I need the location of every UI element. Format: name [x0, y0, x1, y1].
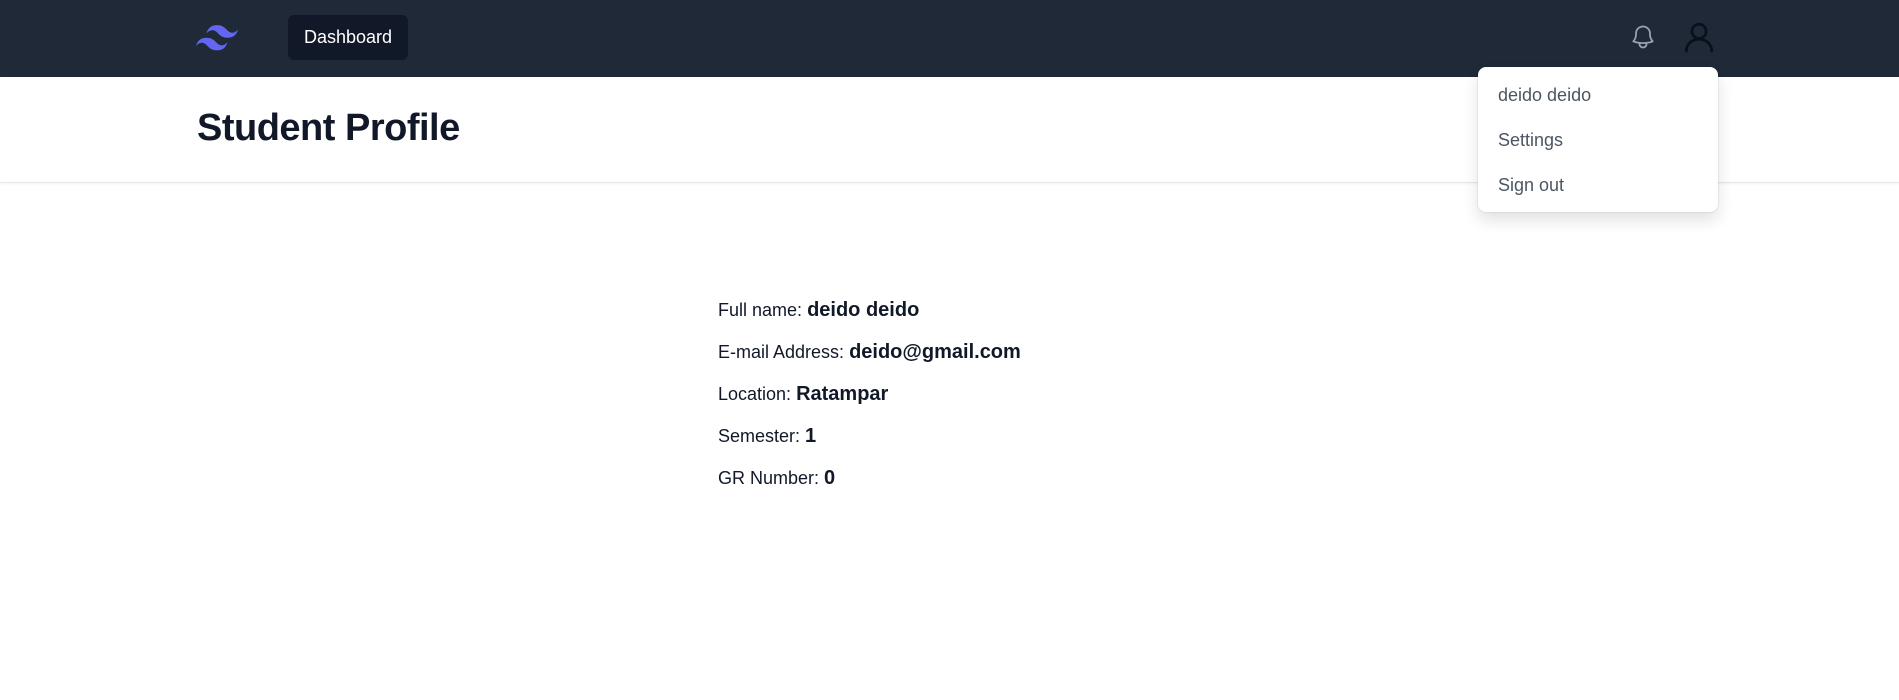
- profile-label: Full name:: [718, 300, 803, 320]
- profile-row-semester: Semester: 1: [718, 420, 1021, 462]
- profile-value: deido deido: [807, 299, 920, 321]
- profile-row-full-name: Full name: deido deido: [718, 294, 1021, 336]
- user-icon[interactable]: [1682, 19, 1716, 55]
- profile-label: E-mail Address:: [718, 342, 845, 362]
- profile-value: 1: [805, 425, 817, 447]
- page-title: Student Profile: [197, 107, 460, 149]
- menu-item-sign-out[interactable]: Sign out: [1478, 163, 1718, 208]
- profile-label: Semester:: [718, 426, 801, 446]
- profile-value: deido@gmail.com: [849, 341, 1021, 363]
- profile-row-location: Location: Ratampar: [718, 378, 1021, 420]
- profile-details: Full name: deido deido E-mail Address: d…: [718, 294, 1021, 504]
- profile-value: 0: [824, 467, 836, 489]
- dashboard-nav-button[interactable]: Dashboard: [288, 15, 409, 60]
- menu-item-settings[interactable]: Settings: [1478, 118, 1718, 163]
- profile-label: Location:: [718, 384, 792, 404]
- profile-row-gr-number: GR Number: 0: [718, 462, 1021, 504]
- profile-row-email: E-mail Address: deido@gmail.com: [718, 336, 1021, 378]
- profile-label: GR Number:: [718, 468, 820, 488]
- menu-item-profile-name[interactable]: deido deido: [1478, 73, 1718, 118]
- user-dropdown-menu: deido deido Settings Sign out: [1478, 67, 1718, 212]
- tailwind-logo-icon[interactable]: [196, 24, 238, 52]
- bell-icon[interactable]: [1629, 21, 1657, 53]
- top-navbar: Dashboard: [0, 0, 1899, 77]
- profile-value: Ratampar: [796, 383, 889, 405]
